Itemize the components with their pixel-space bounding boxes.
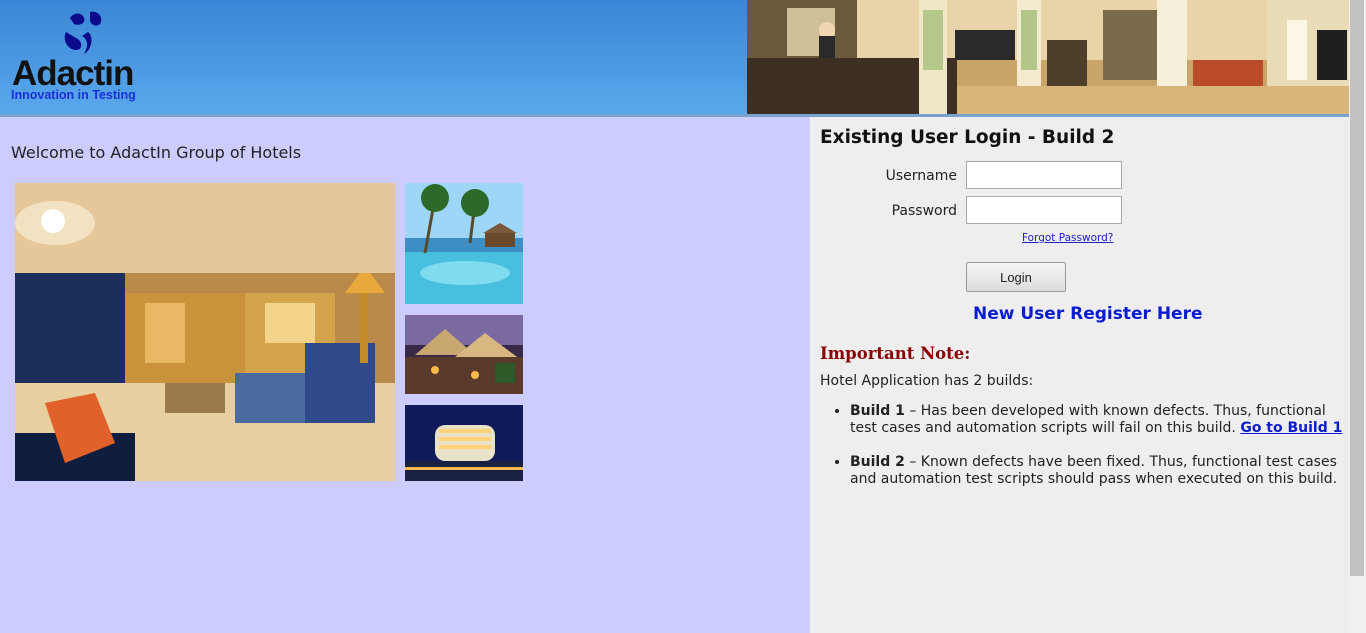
build2-name: Build 2	[850, 454, 905, 470]
hotel-suite-photo	[15, 183, 395, 481]
welcome-text: Welcome to AdactIn Group of Hotels	[11, 143, 302, 162]
new-user-register-link[interactable]: New User Register Here	[973, 304, 1203, 324]
welcome-section: Welcome to AdactIn Group of Hotels	[0, 117, 810, 633]
password-input[interactable]	[966, 196, 1122, 224]
hotel-lobby-banner-image	[747, 0, 1349, 114]
build2-item: Build 2 – Known defects have been fixed.…	[850, 454, 1348, 488]
login-panel: Existing User Login - Build 2 Username P…	[810, 117, 1349, 633]
adactin-logo: Adactin Innovation in Testing	[10, 8, 160, 108]
go-to-build1-link[interactable]: Go to Build 1	[1240, 420, 1342, 436]
vertical-scrollbar[interactable]	[1349, 0, 1366, 633]
logo-swirl-icon	[64, 11, 102, 54]
builds-list: Build 1 – Has been developed with known …	[820, 403, 1348, 505]
scrollbar-thumb[interactable]	[1350, 0, 1364, 576]
login-title: Existing User Login - Build 2	[820, 127, 1115, 148]
forgot-password-link[interactable]: Forgot Password?	[1022, 232, 1113, 244]
username-label: Username	[885, 168, 957, 184]
username-input[interactable]	[966, 161, 1122, 189]
build1-item: Build 1 – Has been developed with known …	[850, 403, 1348, 437]
build2-description: – Known defects have been fixed. Thus, f…	[850, 454, 1338, 487]
hotel-night-thumbnail	[405, 405, 523, 481]
password-label: Password	[891, 203, 957, 219]
pool-thumbnail	[405, 183, 523, 304]
important-note-intro: Hotel Application has 2 builds:	[820, 373, 1034, 389]
login-button[interactable]: Login	[966, 262, 1066, 292]
site-header: Adactin Innovation in Testing	[0, 0, 1349, 114]
tents-thumbnail	[405, 315, 523, 394]
important-note-title: Important Note:	[820, 344, 971, 363]
logo-tagline: Innovation in Testing	[11, 88, 136, 102]
build1-name: Build 1	[850, 403, 905, 419]
